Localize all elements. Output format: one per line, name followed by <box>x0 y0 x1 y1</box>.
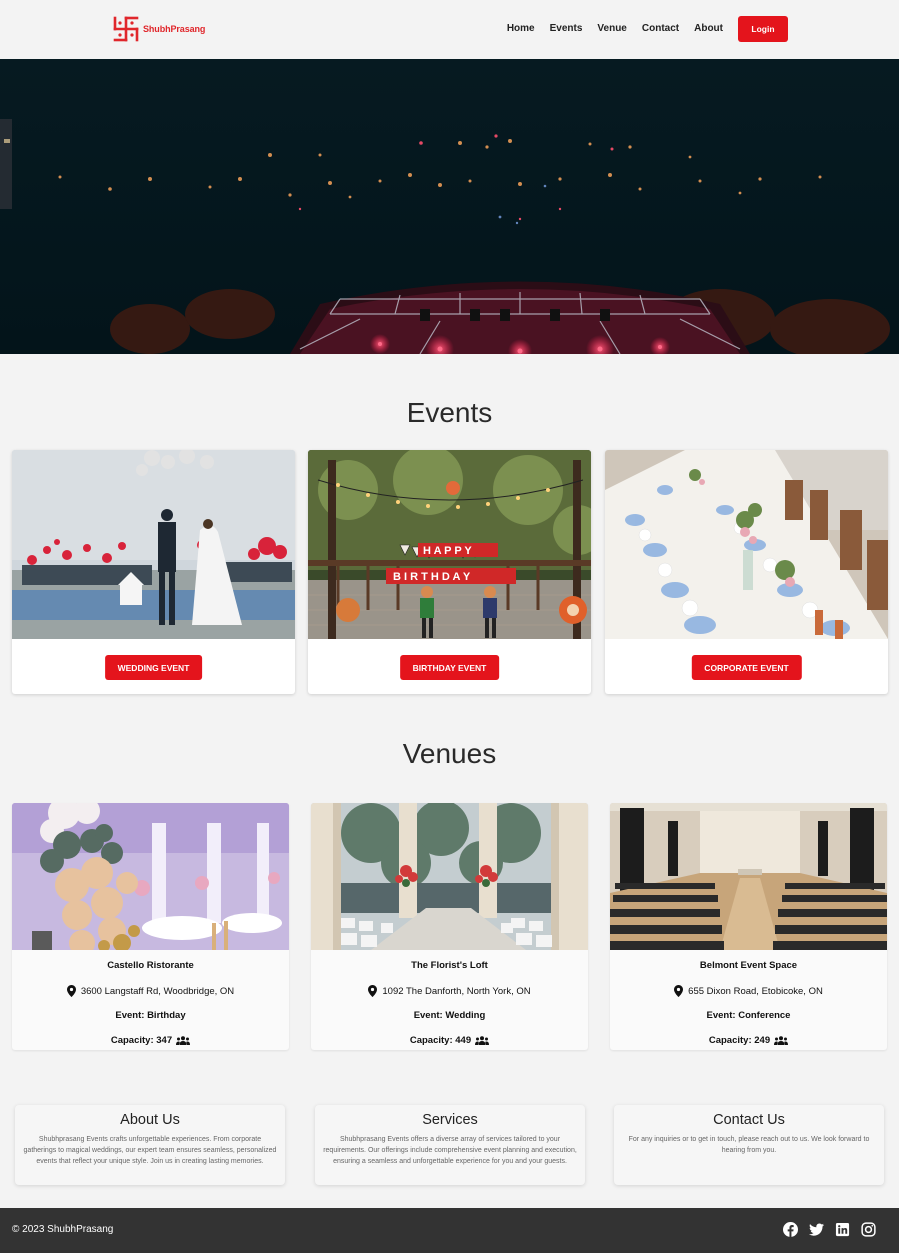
contact-us-card: Contact Us For any inquiries or to get i… <box>614 1105 884 1185</box>
services-title: Services <box>422 1112 478 1128</box>
venue-capacity: Capacity: 449 <box>311 1035 588 1046</box>
venue-capacity: Capacity: 249 <box>610 1035 887 1046</box>
swastik-logo-icon <box>113 16 139 42</box>
venue-event-type: Event: Birthday <box>115 1010 186 1021</box>
location-pin-icon <box>66 985 76 997</box>
brand-name: ShubhPrasang <box>143 24 206 34</box>
venue-image-castello <box>12 803 289 950</box>
venues-section-title: Venues <box>402 738 497 769</box>
venue-card-belmont[interactable]: Belmont Event Space 655 Dixon Road, Etob… <box>610 803 887 1050</box>
venue-card-castello[interactable]: Castello Ristorante 3600 Langstaff Rd, W… <box>12 803 289 1050</box>
people-group-icon <box>774 1036 789 1045</box>
nav-links: Home Events Venue Contact About Login <box>507 16 788 42</box>
footer: © 2023 ShubhPrasang <box>0 1208 899 1253</box>
location-pin-icon <box>674 985 684 997</box>
about-us-title: About Us <box>120 1112 180 1128</box>
copyright-text: © 2023 ShubhPrasang <box>12 1224 114 1235</box>
venue-name: Belmont Event Space <box>699 960 798 971</box>
event-card-corporate: Corporate Event <box>605 450 888 694</box>
venue-name: Castello Ristorante <box>107 960 194 971</box>
services-card: Services Shubhprasang Events offers a di… <box>315 1105 585 1185</box>
svg-text:H A P P Y: H A P P Y <box>423 545 472 557</box>
events-section-title: Events <box>406 397 493 428</box>
event-card-birthday: H A P P Y B I R T H D A Y Birthday Event <box>308 450 591 694</box>
services-text: Shubhprasang Events offers a diverse arr… <box>323 1136 577 1165</box>
venue-capacity-text: Capacity: 449 <box>409 1035 472 1046</box>
venue-capacity-text: Capacity: 249 <box>708 1035 771 1046</box>
birthday-event-button[interactable]: Birthday Event <box>399 655 500 680</box>
login-button[interactable]: Login <box>738 16 788 42</box>
venue-card-florists-loft[interactable]: The Florist's Loft 1092 The Danforth, No… <box>311 803 588 1050</box>
venue-event-type: Event: Wedding <box>413 1010 486 1021</box>
nav-about-link[interactable]: About <box>694 16 723 42</box>
nav-contact-link[interactable]: Contact <box>642 16 679 42</box>
venue-image-belmont <box>610 803 887 950</box>
corporate-image <box>605 450 888 639</box>
instagram-icon[interactable] <box>861 1222 876 1237</box>
about-us-card: About Us Shubhprasang Events crafts unfo… <box>15 1105 285 1185</box>
corporate-event-button[interactable]: Corporate Event <box>691 655 802 680</box>
brand-logo[interactable]: ShubhPrasang <box>113 16 205 42</box>
navbar: ShubhPrasang Home Events Venue Contact A… <box>0 0 899 59</box>
nav-events-link[interactable]: Events <box>550 16 583 42</box>
linkedin-icon[interactable] <box>835 1222 850 1237</box>
venue-address: 655 Dixon Road, Etobicoke, ON <box>610 985 887 997</box>
venue-event-type: Event: Conference <box>706 1010 791 1021</box>
venue-address-text: 655 Dixon Road, Etobicoke, ON <box>688 985 823 997</box>
contact-us-text: For any inquiries or to get in touch, pl… <box>628 1136 870 1154</box>
event-card-wedding: Wedding Event <box>12 450 295 694</box>
venue-image-florists-loft <box>311 803 588 950</box>
nav-home-link[interactable]: Home <box>507 16 535 42</box>
facebook-icon[interactable] <box>783 1222 798 1237</box>
about-us-text: Shubhprasang Events crafts unforgettable… <box>23 1136 277 1165</box>
venue-address-text: 3600 Langstaff Rd, Woodbridge, ON <box>80 985 235 997</box>
venue-address: 3600 Langstaff Rd, Woodbridge, ON <box>12 985 289 997</box>
svg-text:B I R T H D A Y: B I R T H D A Y <box>393 571 471 583</box>
birthday-image: H A P P Y B I R T H D A Y <box>308 450 591 639</box>
people-group-icon <box>475 1036 490 1045</box>
venue-address: 1092 The Danforth, North York, ON <box>311 985 588 997</box>
twitter-icon[interactable] <box>809 1222 824 1237</box>
social-links <box>772 1222 876 1237</box>
wedding-image <box>12 450 295 639</box>
hero-banner-image <box>0 59 899 354</box>
venue-address-text: 1092 The Danforth, North York, ON <box>382 985 531 997</box>
venue-capacity-text: Capacity: 347 <box>110 1035 173 1046</box>
contact-us-title: Contact Us <box>713 1112 785 1128</box>
venue-capacity: Capacity: 347 <box>12 1035 289 1046</box>
venue-name: The Florist's Loft <box>411 960 488 971</box>
nav-venue-link[interactable]: Venue <box>597 16 626 42</box>
people-group-icon <box>176 1036 191 1045</box>
wedding-event-button[interactable]: Wedding Event <box>104 655 203 680</box>
location-pin-icon <box>368 985 378 997</box>
